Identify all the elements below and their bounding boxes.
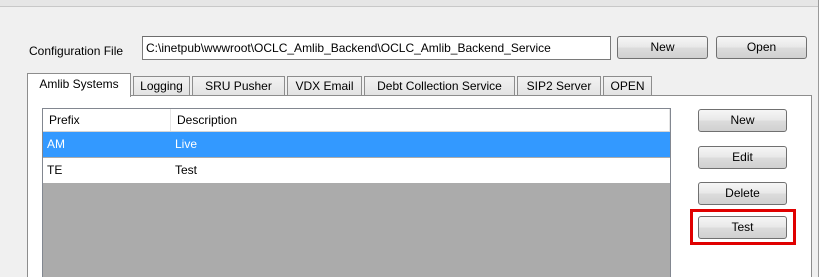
tab-open[interactable]: OPEN	[603, 76, 652, 95]
systems-list[interactable]: Prefix Description AM Live TE Test	[42, 108, 671, 277]
new-system-button[interactable]: New	[698, 109, 787, 132]
window-right-margin	[819, 0, 824, 277]
tab-vdx-email[interactable]: VDX Email	[287, 76, 362, 95]
config-file-label: Configuration File	[29, 44, 124, 58]
column-header-prefix[interactable]: Prefix	[43, 109, 171, 131]
row-prefix: AM	[47, 137, 65, 151]
edit-system-button[interactable]: Edit	[698, 146, 787, 169]
window-top-edge	[0, 0, 818, 7]
settings-window: Configuration File C:\inetpub\wwwroot\OC…	[0, 0, 819, 277]
config-new-button[interactable]: New	[617, 36, 708, 59]
config-open-button[interactable]: Open	[716, 36, 807, 59]
list-header: Prefix Description	[43, 109, 670, 132]
list-row[interactable]: AM Live	[43, 132, 670, 157]
row-description: Test	[175, 163, 198, 177]
list-row[interactable]: TE Test	[43, 158, 670, 183]
column-header-description[interactable]: Description	[171, 109, 670, 131]
tab-sru-pusher[interactable]: SRU Pusher	[192, 76, 285, 95]
tab-logging[interactable]: Logging	[133, 76, 190, 95]
test-system-button[interactable]: Test	[698, 216, 787, 239]
tab-sip2-server[interactable]: SIP2 Server	[517, 76, 601, 95]
row-prefix: TE	[47, 163, 63, 177]
tab-debt-collection-service[interactable]: Debt Collection Service	[364, 76, 515, 95]
row-description: Live	[175, 137, 198, 151]
config-file-path-field[interactable]: C:\inetpub\wwwroot\OCLC_Amlib_Backend\OC…	[142, 36, 611, 60]
tab-amlib-systems[interactable]: Amlib Systems	[27, 73, 131, 97]
delete-system-button[interactable]: Delete	[698, 182, 787, 205]
